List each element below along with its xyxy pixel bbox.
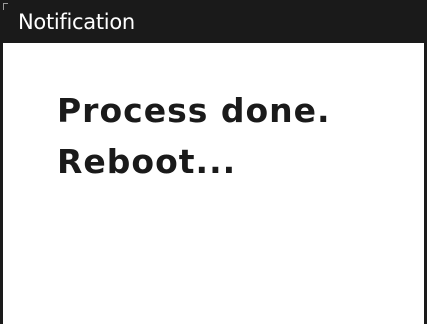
window-corner-icon bbox=[3, 3, 8, 10]
notification-message: Process done. Reboot... bbox=[57, 85, 331, 187]
dialog-titlebar: Notification bbox=[0, 0, 427, 43]
dialog-title: Notification bbox=[18, 10, 135, 34]
message-line-reboot: Reboot... bbox=[57, 142, 237, 181]
notification-dialog: Notification Process done. Reboot... bbox=[0, 0, 427, 324]
message-line-process-done: Process done. bbox=[57, 91, 331, 130]
